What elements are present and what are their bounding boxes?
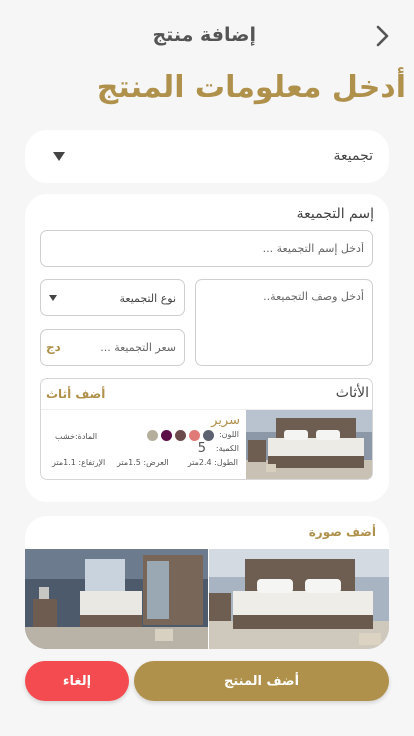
- width-text: العرض: 1.5متر: [117, 458, 169, 467]
- color-swatch[interactable]: [203, 430, 214, 441]
- collection-name-input[interactable]: [40, 230, 373, 267]
- currency-label: دج: [46, 340, 61, 354]
- form-heading: أدخل معلومات المنتج: [96, 70, 406, 105]
- add-image-button[interactable]: أضف صورة: [309, 525, 376, 539]
- collection-description-input[interactable]: [195, 279, 373, 366]
- height-text: الإرتفاع: 1.1متر: [52, 458, 106, 467]
- add-product-button[interactable]: أضف المنتج: [134, 661, 389, 701]
- chevron-right-icon: [376, 25, 389, 47]
- furniture-title: الأثاث: [335, 385, 369, 401]
- furniture-item-name: سرير: [211, 413, 240, 428]
- color-swatch[interactable]: [175, 430, 186, 441]
- bedroom-photo[interactable]: [25, 549, 208, 649]
- quantity-value: 5: [197, 441, 206, 456]
- bed-photo: [246, 410, 372, 479]
- add-furniture-button[interactable]: أضف أثاث: [46, 387, 105, 401]
- furniture-list: الأثاث أضف أثاث سرير اللون: الكمية: 5 ال…: [40, 378, 373, 480]
- product-images: أضف صورة: [25, 516, 389, 649]
- bed-closeup-photo[interactable]: [209, 549, 389, 649]
- color-swatch[interactable]: [161, 430, 172, 441]
- furniture-item[interactable]: سرير اللون: الكمية: 5 المادة:خشب الطول: …: [41, 409, 372, 479]
- caret-down-icon: [53, 152, 65, 161]
- category-select-label: تجميعة: [333, 148, 373, 164]
- cancel-button[interactable]: إلغاء: [25, 661, 129, 701]
- caret-down-icon: [49, 295, 57, 301]
- color-swatch[interactable]: [189, 430, 200, 441]
- color-label: اللون:: [218, 430, 239, 439]
- collection-type-select[interactable]: نوع التجميعة: [40, 279, 185, 316]
- page-title: إضافة منتج: [152, 24, 256, 46]
- color-swatch[interactable]: [147, 430, 158, 441]
- length-text: الطول: 2.4متر: [187, 458, 238, 467]
- price-field: دج: [40, 329, 185, 366]
- category-select[interactable]: تجميعة: [25, 130, 389, 183]
- quantity-label: الكمية:: [215, 444, 239, 453]
- back-button[interactable]: [370, 22, 396, 50]
- collection-type-label: نوع التجميعة: [119, 292, 176, 305]
- material-text: المادة:خشب: [55, 432, 98, 441]
- collection-price-input[interactable]: [40, 329, 185, 366]
- collection-form: إسم التجميعة نوع التجميعة دج الأثاث أضف …: [25, 194, 389, 502]
- collection-name-label: إسم التجميعة: [296, 206, 374, 222]
